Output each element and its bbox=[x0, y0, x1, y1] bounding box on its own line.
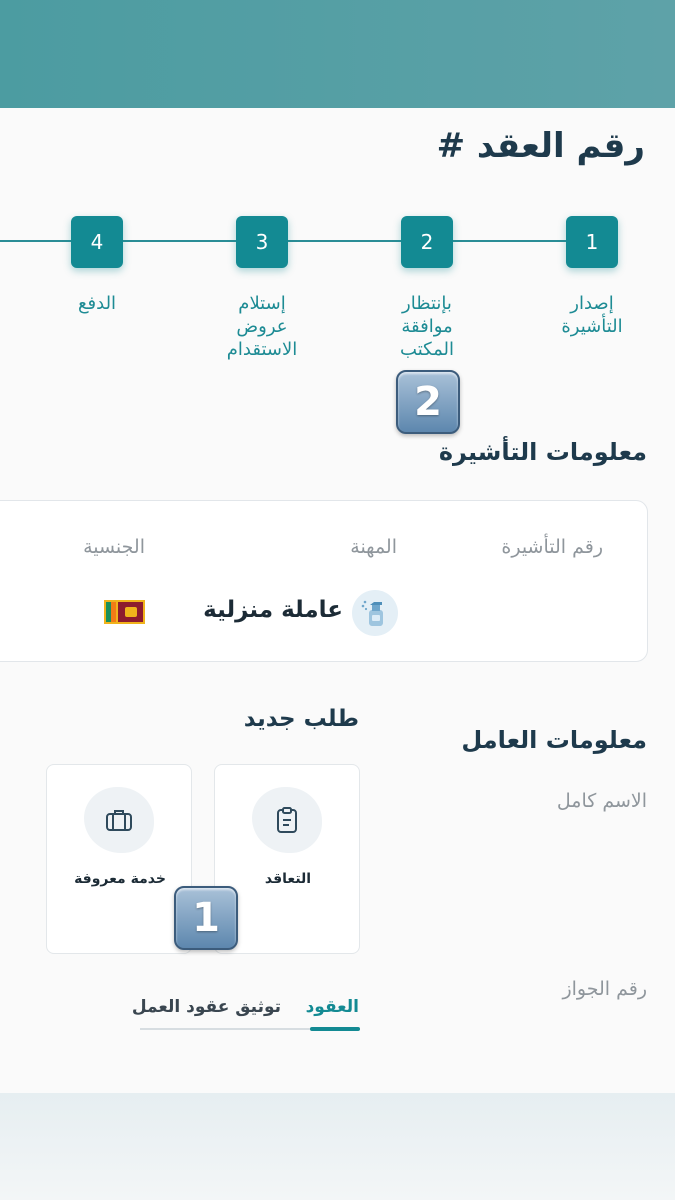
tab-contracts[interactable]: العقود bbox=[306, 997, 359, 1017]
page-title: رقم العقد # bbox=[436, 126, 645, 166]
new-request-title: طلب جديد bbox=[243, 706, 359, 732]
step-4-label: الدفع bbox=[77, 293, 117, 314]
nationality-label: الجنسية bbox=[83, 536, 145, 558]
spray-bottle-icon bbox=[352, 590, 398, 636]
sri-lanka-flag-icon bbox=[104, 600, 145, 624]
step-marker-badge: 2 bbox=[396, 370, 460, 434]
contracting-tile-label: التعاقد bbox=[264, 871, 312, 887]
step-1-box[interactable]: 1 bbox=[566, 216, 618, 268]
tab-work-contract-authentication[interactable]: توثيق عقود العمل bbox=[132, 997, 281, 1017]
clipboard-icon bbox=[252, 787, 322, 853]
visa-number-label: رقم التأشيرة bbox=[501, 536, 603, 558]
visa-info-card bbox=[0, 500, 648, 662]
visa-info-title: معلومات التأشيرة bbox=[438, 438, 647, 466]
occupation-label: المهنة bbox=[350, 536, 397, 558]
full-name-label: الاسم كامل bbox=[556, 790, 647, 812]
bottom-band bbox=[0, 1093, 675, 1200]
top-header-band bbox=[0, 0, 675, 108]
passport-number-label: رقم الجواز bbox=[562, 978, 647, 1000]
step-4-box[interactable]: 4 bbox=[71, 216, 123, 268]
step-3-box[interactable]: 3 bbox=[236, 216, 288, 268]
worker-info-title: معلومات العامل bbox=[461, 726, 647, 754]
active-tab-indicator bbox=[310, 1027, 360, 1031]
step-3-label: إستلام عروض الاستقدام bbox=[226, 293, 298, 360]
occupation-value: عاملة منزلية bbox=[203, 597, 343, 623]
step-1-label: إصدار التأشيرة bbox=[561, 293, 623, 337]
tile-marker-badge: 1 bbox=[174, 886, 238, 950]
known-service-tile-label: خدمة معروفة bbox=[74, 871, 166, 887]
briefcase-icon bbox=[84, 787, 154, 853]
step-2-box[interactable]: 2 bbox=[401, 216, 453, 268]
known-service-tile[interactable]: خدمة معروفة bbox=[46, 764, 192, 954]
step-2-label: بإنتظار موافقة المكتب bbox=[400, 293, 454, 360]
